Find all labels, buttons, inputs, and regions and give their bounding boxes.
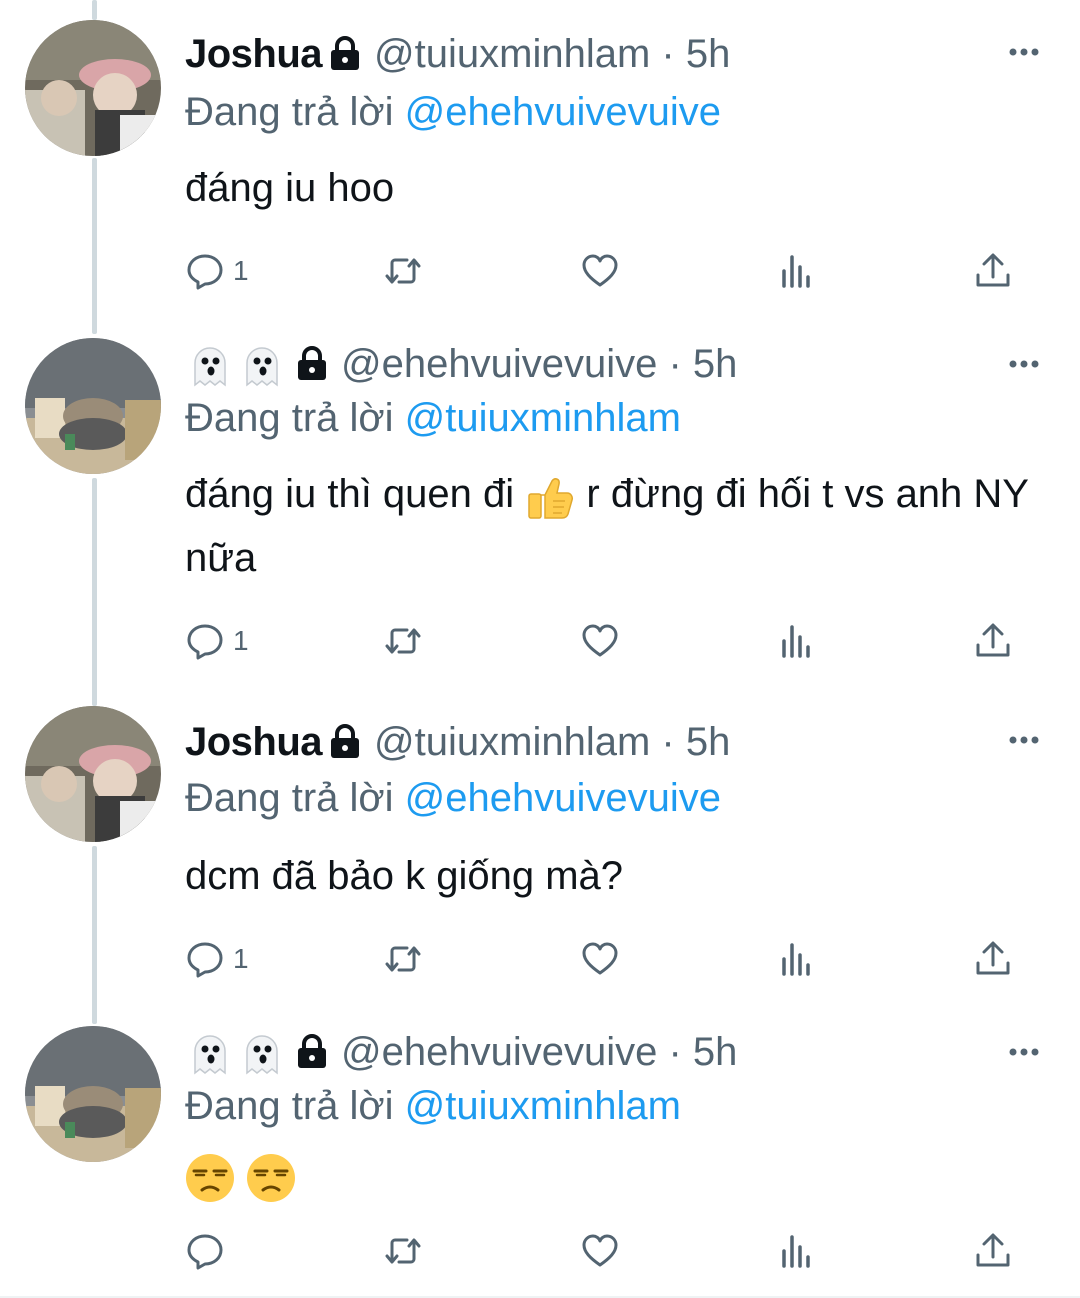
avatar[interactable]	[25, 706, 161, 842]
retweet-icon	[385, 1238, 421, 1264]
reply-icon	[187, 1234, 223, 1270]
views-button[interactable]	[777, 616, 817, 666]
views-button[interactable]	[777, 246, 817, 296]
tweet[interactable]: @ehehvuivevuive · 5h Đang trả lời @tuiux…	[0, 320, 1080, 690]
reply-button[interactable]	[185, 1226, 233, 1276]
reply-button[interactable]: 1	[185, 616, 249, 666]
replying-to-label: Đang trả lời	[185, 776, 394, 820]
replying-to: Đang trả lời @tuiuxminhlam	[185, 396, 681, 441]
retweet-button[interactable]	[383, 934, 423, 984]
tweet-header: Joshua @tuiuxminhlam · 5h	[185, 714, 1000, 770]
lock-icon	[331, 724, 360, 758]
views-icon	[782, 625, 810, 658]
views-icon	[782, 1235, 810, 1268]
handle-and-time[interactable]: @ehehvuivevuive · 5h	[341, 1030, 737, 1075]
mention-link[interactable]: @ehehvuivevuive	[405, 776, 721, 820]
tweet-actions	[185, 1226, 1025, 1276]
tweet-actions: 1	[185, 246, 1025, 296]
ghost-emoji-icon	[194, 1035, 226, 1075]
retweet-icon	[385, 258, 421, 284]
avatar[interactable]	[25, 338, 161, 474]
replying-to: Đang trả lời @ehehvuivevuive	[185, 776, 721, 821]
ghost-emoji-icon	[194, 347, 226, 387]
retweet-button[interactable]	[383, 616, 423, 666]
more-horizontal-icon[interactable]	[1006, 346, 1042, 382]
views-icon	[782, 943, 810, 976]
tweet-text: đáng iu thì quen đi r đừng đi hối t vs a…	[185, 462, 1040, 590]
retweet-icon	[385, 946, 421, 972]
share-button[interactable]	[973, 934, 1013, 984]
views-button[interactable]	[777, 1226, 817, 1276]
handle-and-time[interactable]: @tuiuxminhlam · 5h	[374, 32, 730, 77]
like-icon	[582, 942, 618, 975]
unamused-face-emoji-icon	[186, 1154, 234, 1203]
unamused-face-emoji-icon	[247, 1154, 296, 1203]
tweet[interactable]: Joshua @tuiuxminhlam · 5h Đang trả lời @…	[0, 690, 1080, 1010]
views-icon	[782, 255, 810, 288]
retweet-button[interactable]	[383, 246, 423, 296]
like-button[interactable]	[580, 616, 620, 666]
like-button[interactable]	[580, 1226, 620, 1276]
tweet-actions: 1	[185, 934, 1025, 984]
replying-to: Đang trả lời @ehehvuivevuive	[185, 90, 721, 135]
retweet-icon	[385, 628, 421, 654]
lock-icon	[331, 36, 360, 70]
more-horizontal-icon[interactable]	[1006, 1034, 1042, 1070]
tweet-text: đáng iu hoo	[185, 166, 395, 210]
share-icon	[976, 623, 1010, 657]
handle-and-time[interactable]: @ehehvuivevuive · 5h	[341, 342, 737, 387]
share-button[interactable]	[973, 246, 1013, 296]
like-button[interactable]	[580, 934, 620, 984]
share-button[interactable]	[973, 1226, 1013, 1276]
tweet[interactable]: Joshua @tuiuxminhlam · 5h Đang trả lời @…	[0, 0, 1080, 320]
lock-icon	[298, 1034, 326, 1068]
share-icon	[976, 253, 1010, 287]
replying-to-label: Đang trả lời	[185, 396, 394, 440]
handle-and-time[interactable]: @tuiuxminhlam · 5h	[374, 720, 730, 765]
reply-count: 1	[233, 255, 249, 286]
tweet-header: Joshua @tuiuxminhlam · 5h	[185, 26, 1000, 82]
share-icon	[976, 1233, 1010, 1267]
display-name[interactable]: Joshua	[185, 32, 323, 77]
reply-count: 1	[233, 943, 249, 974]
tweet[interactable]: @ehehvuivevuive · 5h Đang trả lời @tuiux…	[0, 1010, 1080, 1298]
mention-link[interactable]: @ehehvuivevuive	[405, 90, 721, 134]
reply-count: 1	[233, 625, 249, 656]
reply-icon	[187, 254, 223, 290]
reply-button[interactable]: 1	[185, 246, 249, 296]
replying-to: Đang trả lời @tuiuxminhlam	[185, 1084, 681, 1129]
replying-to-label: Đang trả lời	[185, 90, 394, 134]
share-button[interactable]	[973, 616, 1013, 666]
retweet-button[interactable]	[383, 1226, 423, 1276]
tweet-text	[185, 1144, 1040, 1208]
avatar[interactable]	[25, 20, 161, 156]
mention-link[interactable]: @tuiuxminhlam	[405, 1084, 681, 1128]
replying-to-label: Đang trả lời	[185, 1084, 394, 1128]
tweet-header: @ehehvuivevuive · 5h	[185, 1024, 1000, 1080]
tweet-actions: 1	[185, 616, 1025, 666]
display-name[interactable]: Joshua	[185, 720, 323, 765]
views-button[interactable]	[777, 934, 817, 984]
more-horizontal-icon[interactable]	[1006, 722, 1042, 758]
like-icon	[582, 624, 618, 657]
ghost-emoji-icon	[246, 347, 278, 387]
like-icon	[582, 254, 618, 287]
reply-button[interactable]: 1	[185, 934, 249, 984]
like-button[interactable]	[580, 246, 620, 296]
avatar[interactable]	[25, 1026, 161, 1162]
ghost-emoji-icon	[246, 1035, 278, 1075]
like-icon	[582, 1234, 618, 1267]
tweet-text-part: đáng iu thì quen đi	[185, 472, 515, 516]
tweet-header: @ehehvuivevuive · 5h	[185, 336, 1000, 392]
reply-icon	[187, 624, 223, 660]
mention-link[interactable]: @tuiuxminhlam	[405, 396, 681, 440]
reply-icon	[187, 942, 223, 978]
tweet-text: dcm đã bảo k giống mà?	[185, 854, 624, 898]
lock-icon	[298, 346, 326, 380]
more-horizontal-icon[interactable]	[1006, 34, 1042, 70]
thumbs-up-emoji-icon	[528, 478, 574, 520]
share-icon	[976, 941, 1010, 975]
